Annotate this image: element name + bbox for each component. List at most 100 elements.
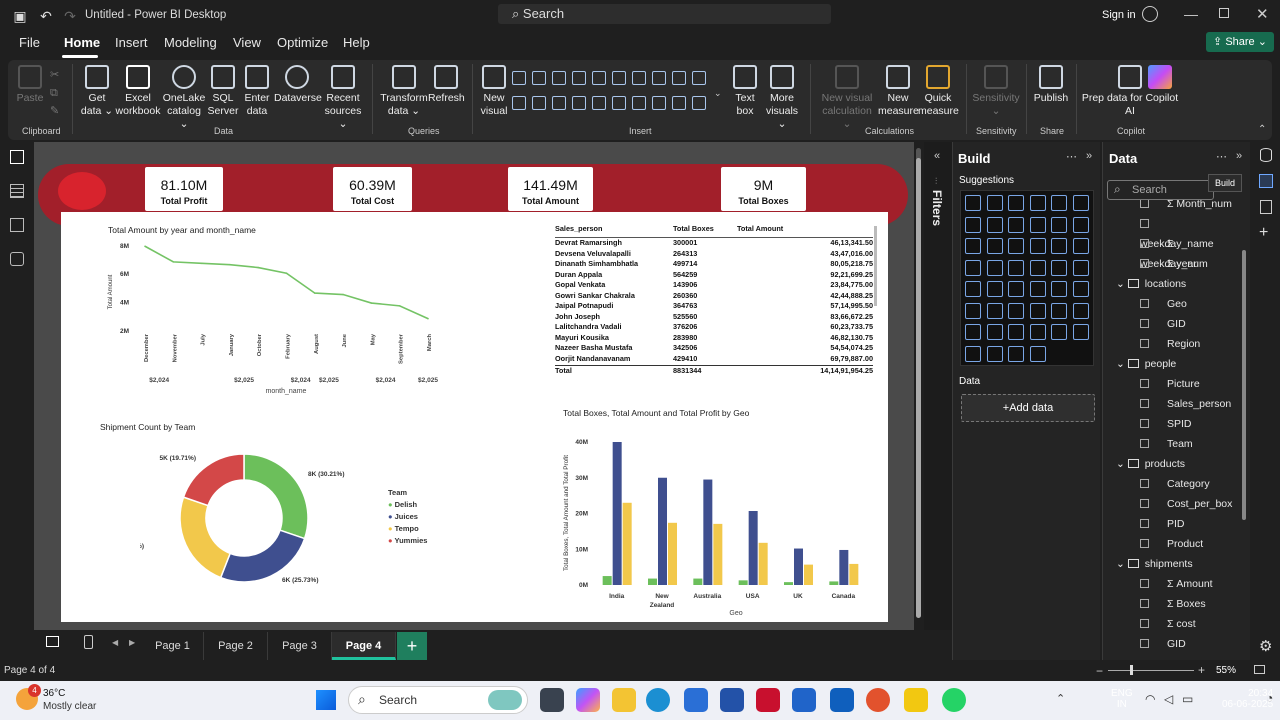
start-icon[interactable] <box>316 690 336 710</box>
visualizations-gallery[interactable] <box>960 190 1094 366</box>
field-item[interactable]: Picture <box>1104 374 1240 394</box>
zoom-in-icon[interactable]: + <box>1198 663 1205 677</box>
settings-gear-icon[interactable]: ⚙ <box>1259 637 1272 655</box>
col-header-boxes[interactable]: Total Boxes <box>673 224 737 237</box>
minimize-icon[interactable]: — <box>1184 6 1198 22</box>
dataverse-button[interactable]: Dataverse <box>274 65 322 105</box>
legend-item[interactable]: ● Tempo <box>388 524 427 533</box>
table-row[interactable]: Dinanath Simhambhatla 499714 80,05,218.75 <box>555 259 873 270</box>
visual-type-icon[interactable] <box>1072 216 1089 233</box>
field-checkbox[interactable] <box>1140 419 1149 428</box>
collapse-build-icon[interactable]: » <box>1086 150 1092 162</box>
prev-page-icon[interactable]: ◀ <box>112 638 118 647</box>
menu-optimize[interactable]: Optimize <box>277 35 328 50</box>
visual-type-icon[interactable] <box>965 216 981 233</box>
field-item[interactable]: Geo <box>1104 294 1240 314</box>
save-icon[interactable]: ▣ <box>10 6 30 26</box>
table-row[interactable]: Mayuri Kousika 283980 46,82,130.75 <box>555 333 873 344</box>
visual-type-icon[interactable] <box>532 96 546 110</box>
visual-type-icon[interactable] <box>1029 238 1046 254</box>
visual-type-icon[interactable] <box>1051 238 1067 254</box>
visual-type-icon[interactable] <box>1008 281 1024 297</box>
format-pane-icon[interactable] <box>1260 200 1272 214</box>
visual-type-icon[interactable] <box>1072 195 1089 211</box>
table-row[interactable]: Gopal Venkata 143906 23,84,775.00 <box>555 280 873 291</box>
visual-type-icon[interactable] <box>1008 259 1024 276</box>
table-node[interactable]: ⌄ people <box>1104 354 1240 374</box>
field-item[interactable]: Σ weekday_num <box>1104 234 1240 270</box>
visual-type-icon[interactable] <box>512 71 526 85</box>
visual-type-icon[interactable] <box>986 216 1003 233</box>
visual-type-icon[interactable] <box>1029 302 1046 319</box>
tab-page-2[interactable]: Page 2 <box>204 632 268 660</box>
field-item[interactable]: Σ Amount <box>1104 574 1240 594</box>
visual-type-icon[interactable] <box>965 324 981 340</box>
powerbi-icon[interactable] <box>904 688 928 712</box>
field-checkbox[interactable] <box>1140 339 1149 348</box>
visual-type-icon[interactable] <box>1051 324 1067 340</box>
field-checkbox[interactable] <box>1140 639 1149 648</box>
search-highlight-icon[interactable] <box>488 690 522 710</box>
battery-icon[interactable]: ▭ <box>1182 692 1193 706</box>
field-checkbox[interactable] <box>1140 619 1149 628</box>
visual-type-icon[interactable] <box>1029 195 1046 211</box>
excel-button[interactable]: Excel workbook <box>115 65 161 118</box>
visual-type-icon[interactable] <box>672 96 686 110</box>
collapse-ribbon-icon[interactable]: ⌃ <box>1258 124 1266 135</box>
mobile-layout-icon[interactable] <box>84 635 93 649</box>
visual-type-icon[interactable] <box>1029 345 1046 362</box>
visual-type-icon[interactable] <box>692 96 706 110</box>
field-checkbox[interactable] <box>1140 200 1149 208</box>
visual-type-icon[interactable] <box>692 71 706 85</box>
visual-type-icon[interactable] <box>1051 216 1067 233</box>
visual-type-icon[interactable] <box>986 195 1003 211</box>
field-item[interactable]: Σ cost <box>1104 614 1240 634</box>
table-row[interactable]: Duran Appala 564259 92,21,699.25 <box>555 270 873 281</box>
field-item[interactable]: Region <box>1104 334 1240 354</box>
field-item[interactable]: weekday_name <box>1104 214 1240 250</box>
kpi-card-boxes[interactable]: 9M Total Boxes <box>721 167 806 211</box>
sensitivity-button[interactable]: Sensitivity ⌄ <box>972 65 1020 118</box>
data-pane-scrollbar[interactable] <box>1242 250 1246 520</box>
menu-home[interactable]: Home <box>64 35 100 50</box>
dax-view-icon[interactable] <box>10 252 24 266</box>
chevron-down-icon[interactable]: ⌄ <box>1116 458 1128 470</box>
get-data-button[interactable]: Get data ⌄ <box>78 65 116 118</box>
paste-button[interactable]: Paste <box>14 65 46 105</box>
visual-type-icon[interactable] <box>612 96 626 110</box>
table-row[interactable]: Gowri Sankar Chakrala 260360 42,44,888.25 <box>555 291 873 302</box>
visual-type-icon[interactable] <box>965 259 981 276</box>
menu-help[interactable]: Help <box>343 35 370 50</box>
undo-icon[interactable]: ↶ <box>36 6 56 26</box>
visual-type-icon[interactable] <box>552 96 566 110</box>
visual-type-icon[interactable] <box>1051 195 1067 211</box>
add-data-button[interactable]: +Add data <box>961 394 1095 422</box>
visual-type-icon[interactable] <box>592 96 606 110</box>
visual-type-icon[interactable] <box>965 195 981 211</box>
visual-type-icon[interactable] <box>1029 259 1046 276</box>
data-pane-icon[interactable] <box>1260 148 1272 162</box>
new-measure-button[interactable]: New measure <box>878 65 919 118</box>
filters-label[interactable]: Filters <box>930 190 944 226</box>
text-box-button[interactable]: Text box <box>730 65 760 118</box>
publish-button[interactable]: Publish <box>1032 65 1070 105</box>
cut-copy-icons[interactable]: ✂ ⧉ ✎ <box>50 66 59 120</box>
chevron-down-icon[interactable]: ⌄ <box>1116 558 1128 570</box>
field-item[interactable]: PID <box>1104 514 1240 534</box>
menu-modeling[interactable]: Modeling <box>164 35 217 50</box>
onelake-button[interactable]: OneLake catalog ⌄ <box>162 65 206 131</box>
donut-chart[interactable]: 8K (30.21%) 6K (25.73%) 6K (24.35%) 5K (19.… <box>140 440 380 600</box>
visual-gallery[interactable] <box>512 66 712 116</box>
visual-type-icon[interactable] <box>986 302 1003 319</box>
field-item[interactable]: Cost_per_box <box>1104 494 1240 514</box>
table-node[interactable]: ⌄ locations <box>1104 274 1240 294</box>
tray-chevron-icon[interactable]: ⌃ <box>1056 692 1065 705</box>
scroll-thumb[interactable] <box>916 158 921 618</box>
zoom-slider[interactable] <box>1108 670 1194 671</box>
kpi-card-cost[interactable]: 60.39M Total Cost <box>333 167 412 211</box>
visual-type-icon[interactable] <box>986 324 1003 340</box>
quick-measure-button[interactable]: Quick measure <box>918 65 959 118</box>
legend-item[interactable]: ● Juices <box>388 512 427 521</box>
task-view-icon[interactable] <box>540 688 564 712</box>
file-explorer-icon[interactable] <box>612 688 636 712</box>
